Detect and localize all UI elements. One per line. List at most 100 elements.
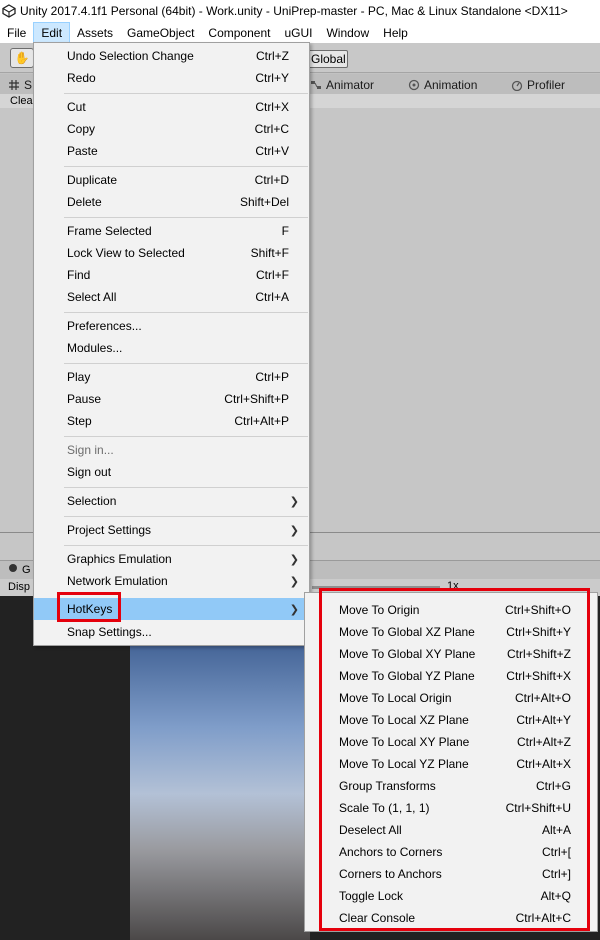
menu-item-label: Undo Selection Change <box>67 49 194 63</box>
game-skybox <box>130 636 310 940</box>
submenu-arrow-icon: ❯ <box>289 524 299 537</box>
menu-item-play[interactable]: Play Ctrl+P <box>34 366 309 388</box>
menu-item-label: Selection <box>67 494 117 508</box>
submenu-arrow-icon: ❯ <box>289 495 299 508</box>
menu-item-label: Find <box>67 268 91 282</box>
unity-logo-icon <box>2 4 16 18</box>
menu-item-lock-view[interactable]: Lock View to Selected Shift+F <box>34 242 309 264</box>
menu-item-shortcut: Ctrl+Y <box>255 71 289 85</box>
menu-item-cut[interactable]: Cut Ctrl+X <box>34 96 309 118</box>
menu-file[interactable]: File <box>0 22 33 43</box>
menu-separator <box>64 487 308 488</box>
menu-item-graphics-emulation[interactable]: Graphics Emulation ❯ <box>34 548 309 570</box>
menu-item-shortcut: Ctrl+A <box>255 290 289 304</box>
menu-item-network-emulation[interactable]: Network Emulation ❯ <box>34 570 309 592</box>
hand-tool-button[interactable]: ✋ <box>10 48 34 68</box>
menu-assets[interactable]: Assets <box>70 22 120 43</box>
menu-separator <box>64 217 308 218</box>
hotkeys-annotation-box <box>57 592 121 622</box>
menu-item-label: Preferences... <box>67 319 142 333</box>
menu-edit[interactable]: Edit <box>33 22 71 43</box>
menu-item-label: Graphics Emulation <box>67 552 172 566</box>
menu-item-snap-settings[interactable]: Snap Settings... <box>34 621 309 643</box>
menu-bar: File Edit Assets GameObject Component uG… <box>0 22 600 43</box>
menu-separator <box>64 166 308 167</box>
menu-item-label: Select All <box>67 290 117 304</box>
menu-separator <box>64 312 308 313</box>
menu-item-label: Pause <box>67 392 102 406</box>
menu-gameobject[interactable]: GameObject <box>120 22 201 43</box>
menu-item-copy[interactable]: Copy Ctrl+C <box>34 118 309 140</box>
menu-item-delete[interactable]: Delete Shift+Del <box>34 191 309 213</box>
menu-item-label: Play <box>67 370 91 384</box>
menu-separator <box>64 436 308 437</box>
menu-item-frame-selected[interactable]: Frame Selected F <box>34 220 309 242</box>
tab-animator-label: Animator <box>326 77 375 92</box>
tab-game-label: G <box>22 563 31 576</box>
menu-item-label: Network Emulation <box>67 574 168 588</box>
menu-item-label: Project Settings <box>67 523 152 537</box>
menu-item-project-settings[interactable]: Project Settings ❯ <box>34 519 309 541</box>
animator-icon <box>310 79 322 91</box>
menu-item-pause[interactable]: Pause Ctrl+Shift+P <box>34 388 309 410</box>
menu-item-find[interactable]: Find Ctrl+F <box>34 264 309 286</box>
profiler-icon <box>511 79 523 91</box>
menu-item-select-all[interactable]: Select All Ctrl+A <box>34 286 309 308</box>
menu-item-label: Lock View to Selected <box>67 246 185 260</box>
menu-ugui[interactable]: uGUI <box>277 22 319 43</box>
menu-item-shortcut: Shift+F <box>250 246 289 260</box>
tab-profiler[interactable]: Profiler <box>511 76 565 93</box>
menu-item-label: Cut <box>67 100 86 114</box>
menu-item-label: Duplicate <box>67 173 118 187</box>
tab-profiler-label: Profiler <box>527 77 566 92</box>
display-dropdown-fragment[interactable]: Disp <box>8 581 30 593</box>
menu-component[interactable]: Component <box>201 22 277 43</box>
menu-item-label: Step <box>67 414 92 428</box>
menu-item-selection[interactable]: Selection ❯ <box>34 490 309 512</box>
menu-item-modules[interactable]: Modules... <box>34 337 309 359</box>
menu-item-shortcut: Ctrl+X <box>255 100 289 114</box>
menu-item-sign-in: Sign in... <box>34 439 309 461</box>
hand-icon: ✋ <box>14 51 30 65</box>
menu-item-sign-out[interactable]: Sign out <box>34 461 309 483</box>
tab-animator[interactable]: Animator <box>310 76 374 93</box>
menu-item-label: Copy <box>67 122 96 136</box>
menu-item-preferences[interactable]: Preferences... <box>34 315 309 337</box>
clear-button-fragment[interactable]: Clea <box>10 95 33 107</box>
tab-game[interactable]: G <box>8 563 31 576</box>
menu-item-shortcut: Ctrl+F <box>256 268 289 282</box>
menu-item-shortcut: Ctrl+V <box>255 144 289 158</box>
menu-item-label: Snap Settings... <box>67 625 152 639</box>
menu-item-label: Redo <box>67 71 96 85</box>
submenu-arrow-icon: ❯ <box>289 553 299 566</box>
game-icon <box>8 563 18 576</box>
menu-item-step[interactable]: Step Ctrl+Alt+P <box>34 410 309 432</box>
menu-item-label: Frame Selected <box>67 224 152 238</box>
submenu-arrow-icon: ❯ <box>289 575 299 588</box>
global-toggle-button[interactable]: Global <box>308 50 348 68</box>
grid-icon <box>8 79 20 91</box>
tab-animation-label: Animation <box>424 77 478 92</box>
menu-item-shortcut: Ctrl+C <box>254 122 289 136</box>
menu-item-label: Modules... <box>67 341 123 355</box>
tab-animation[interactable]: Animation <box>408 76 477 93</box>
menu-help[interactable]: Help <box>376 22 415 43</box>
window-title: Unity 2017.4.1f1 Personal (64bit) - Work… <box>20 4 568 18</box>
menu-item-shortcut: Ctrl+Z <box>256 49 289 63</box>
menu-separator <box>64 545 308 546</box>
menu-item-redo[interactable]: Redo Ctrl+Y <box>34 67 309 89</box>
submenu-arrow-icon: ❯ <box>289 603 299 616</box>
menu-item-duplicate[interactable]: Duplicate Ctrl+D <box>34 169 309 191</box>
menu-window[interactable]: Window <box>319 22 376 43</box>
tab-scene[interactable]: S <box>8 76 32 93</box>
menu-item-undo[interactable]: Undo Selection Change Ctrl+Z <box>34 45 309 67</box>
menu-item-label: Sign out <box>67 465 112 479</box>
menu-item-paste[interactable]: Paste Ctrl+V <box>34 140 309 162</box>
menu-item-shortcut: Ctrl+P <box>255 370 289 384</box>
hotkeys-submenu-annotation-box <box>319 588 590 931</box>
menu-item-shortcut: Ctrl+D <box>254 173 289 187</box>
menu-separator <box>64 516 308 517</box>
menu-separator <box>64 93 308 94</box>
menu-item-shortcut: Ctrl+Shift+P <box>224 392 289 406</box>
menu-item-label: Paste <box>67 144 98 158</box>
